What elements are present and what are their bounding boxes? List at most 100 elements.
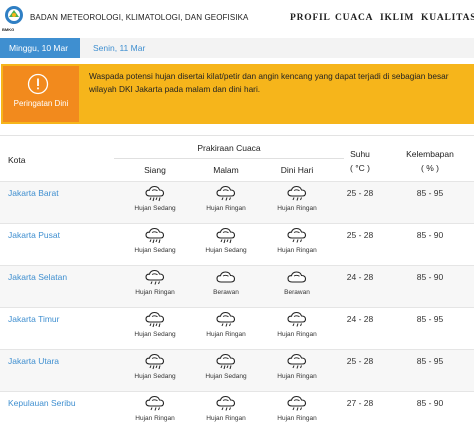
- col-header-city: Kota: [8, 155, 26, 165]
- light-rain-cloud-icon: [287, 395, 307, 411]
- weather-label: Hujan Ringan: [206, 205, 246, 212]
- col-header-dini-hari: Dini Hari: [280, 165, 314, 175]
- table-top-border: [0, 135, 474, 136]
- light-rain-cloud-icon: [287, 311, 307, 327]
- weather-malam: Hujan Sedang: [196, 226, 256, 254]
- nav-iklim[interactable]: IKLIM: [380, 13, 414, 23]
- col-header-forecast: Prakiraan Cuaca: [197, 143, 261, 153]
- col-header-humidity: Kelembapan: [406, 149, 454, 159]
- humidity-value: 85 - 95: [416, 314, 444, 324]
- light-rain-cloud-icon: [145, 395, 165, 411]
- nav-profil[interactable]: PROFIL: [290, 13, 331, 23]
- weather-malam: Hujan Ringan: [196, 184, 256, 212]
- date-tab-active[interactable]: Minggu, 10 Mar: [0, 38, 80, 58]
- temperature-value: 25 - 28: [346, 356, 374, 366]
- weather-label: Berawan: [284, 289, 310, 296]
- temperature-value: 24 - 28: [346, 314, 374, 324]
- logo-text: BMKG: [2, 27, 15, 32]
- forecast-header-divider: [114, 158, 344, 159]
- table-row: Jakarta Selatan Hujan Ringan Berawan Berawa…: [0, 266, 474, 308]
- col-header-malam: Malam: [213, 165, 239, 175]
- light-rain-cloud-icon: [287, 185, 307, 201]
- table-row: Jakarta Pusat Hujan Sedang Hujan Sedang Huj…: [0, 224, 474, 266]
- weather-label: Hujan Sedang: [205, 373, 247, 380]
- light-rain-cloud-icon: [287, 227, 307, 243]
- city-link[interactable]: Jakarta Utara: [8, 356, 59, 366]
- weather-label: Hujan Sedang: [134, 205, 176, 212]
- temperature-value: 24 - 28: [346, 272, 374, 282]
- temperature-value: 27 - 28: [346, 398, 374, 408]
- weather-label: Hujan Ringan: [206, 415, 246, 422]
- date-tab-next[interactable]: Senin, 11 Mar: [93, 38, 145, 58]
- rain-cloud-icon: [216, 227, 236, 244]
- org-name: BADAN METEOROLOGI, KLIMATOLOGI, DAN GEOF…: [30, 13, 249, 22]
- light-rain-cloud-icon: [216, 311, 236, 327]
- light-rain-cloud-icon: [216, 395, 236, 411]
- city-link[interactable]: Jakarta Timur: [8, 314, 60, 324]
- rain-cloud-icon: [145, 185, 165, 202]
- humidity-value: 85 - 95: [416, 188, 444, 198]
- humidity-value: 85 - 95: [416, 356, 444, 366]
- table-row: Kepulauan Seribu Hujan Ringan Hujan Ringan…: [0, 392, 474, 434]
- exclamation-icon: [27, 73, 49, 95]
- weather-dini-hari: Hujan Ringan: [267, 184, 327, 212]
- col-header-temp: Suhu: [350, 149, 370, 159]
- humidity-value: 85 - 90: [416, 398, 444, 408]
- weather-dini-hari: Hujan Ringan: [267, 310, 327, 338]
- weather-label: Hujan Ringan: [206, 331, 246, 338]
- col-header-temp-unit: ( °C ): [350, 163, 370, 173]
- weather-siang: Hujan Sedang: [125, 226, 185, 254]
- col-header-siang: Siang: [144, 165, 166, 175]
- rain-cloud-icon: [145, 227, 165, 244]
- weather-dini-hari: Hujan Ringan: [267, 394, 327, 422]
- weather-label: Hujan Ringan: [135, 289, 175, 296]
- weather-malam: Hujan Ringan: [196, 394, 256, 422]
- city-link[interactable]: Kepulauan Seribu: [8, 398, 76, 408]
- nav-kualitas-udara[interactable]: KUALITAS U: [421, 13, 474, 23]
- table-row: Jakarta Utara Hujan Sedang Hujan Sedang Huj…: [0, 350, 474, 392]
- weather-siang: Hujan Sedang: [125, 310, 185, 338]
- early-warning-text: Waspada potensi hujan disertai kilat/pet…: [89, 71, 449, 94]
- weather-siang: Hujan Sedang: [125, 352, 185, 380]
- city-link[interactable]: Jakarta Pusat: [8, 230, 60, 240]
- weather-label: Hujan Ringan: [277, 415, 317, 422]
- cloud-icon: [287, 271, 307, 283]
- col-header-humidity-unit: ( % ): [421, 163, 439, 173]
- weather-dini-hari: Hujan Ringan: [267, 352, 327, 380]
- weather-malam: Berawan: [196, 268, 256, 296]
- rain-cloud-icon: [145, 311, 165, 328]
- weather-siang: Hujan Ringan: [125, 268, 185, 296]
- humidity-value: 85 - 90: [416, 230, 444, 240]
- weather-label: Hujan Sedang: [134, 331, 176, 338]
- light-rain-cloud-icon: [287, 353, 307, 369]
- humidity-value: 85 - 90: [416, 272, 444, 282]
- temperature-value: 25 - 28: [346, 188, 374, 198]
- early-warning-label: Peringatan Dini: [13, 99, 69, 108]
- weather-label: Hujan Sedang: [134, 373, 176, 380]
- weather-malam: Hujan Sedang: [196, 352, 256, 380]
- rain-cloud-icon: [216, 353, 236, 370]
- site-header: BMKG BADAN METEOROLOGI, KLIMATOLOGI, DAN…: [0, 0, 474, 40]
- table-row: Jakarta Barat Hujan Sedang Hujan Ringan Huj…: [0, 182, 474, 224]
- weather-label: Berawan: [213, 289, 239, 296]
- weather-malam: Hujan Ringan: [196, 310, 256, 338]
- nav-cuaca[interactable]: CUACA: [335, 13, 373, 23]
- weather-label: Hujan Sedang: [205, 247, 247, 254]
- weather-label: Hujan Ringan: [277, 205, 317, 212]
- temperature-value: 25 - 28: [346, 230, 374, 240]
- weather-dini-hari: Berawan: [267, 268, 327, 296]
- weather-label: Hujan Ringan: [277, 373, 317, 380]
- weather-label: Hujan Ringan: [277, 331, 317, 338]
- light-rain-cloud-icon: [216, 185, 236, 201]
- weather-label: Hujan Ringan: [135, 415, 175, 422]
- city-link[interactable]: Jakarta Selatan: [8, 272, 67, 282]
- weather-dini-hari: Hujan Ringan: [267, 226, 327, 254]
- weather-siang: Hujan Sedang: [125, 184, 185, 212]
- light-rain-cloud-icon: [145, 269, 165, 285]
- table-row: Jakarta Timur Hujan Sedang Hujan Ringan Huj…: [0, 308, 474, 350]
- weather-label: Hujan Ringan: [277, 247, 317, 254]
- weather-siang: Hujan Ringan: [125, 394, 185, 422]
- city-link[interactable]: Jakarta Barat: [8, 188, 59, 198]
- weather-label: Hujan Sedang: [134, 247, 176, 254]
- cloud-icon: [216, 271, 236, 283]
